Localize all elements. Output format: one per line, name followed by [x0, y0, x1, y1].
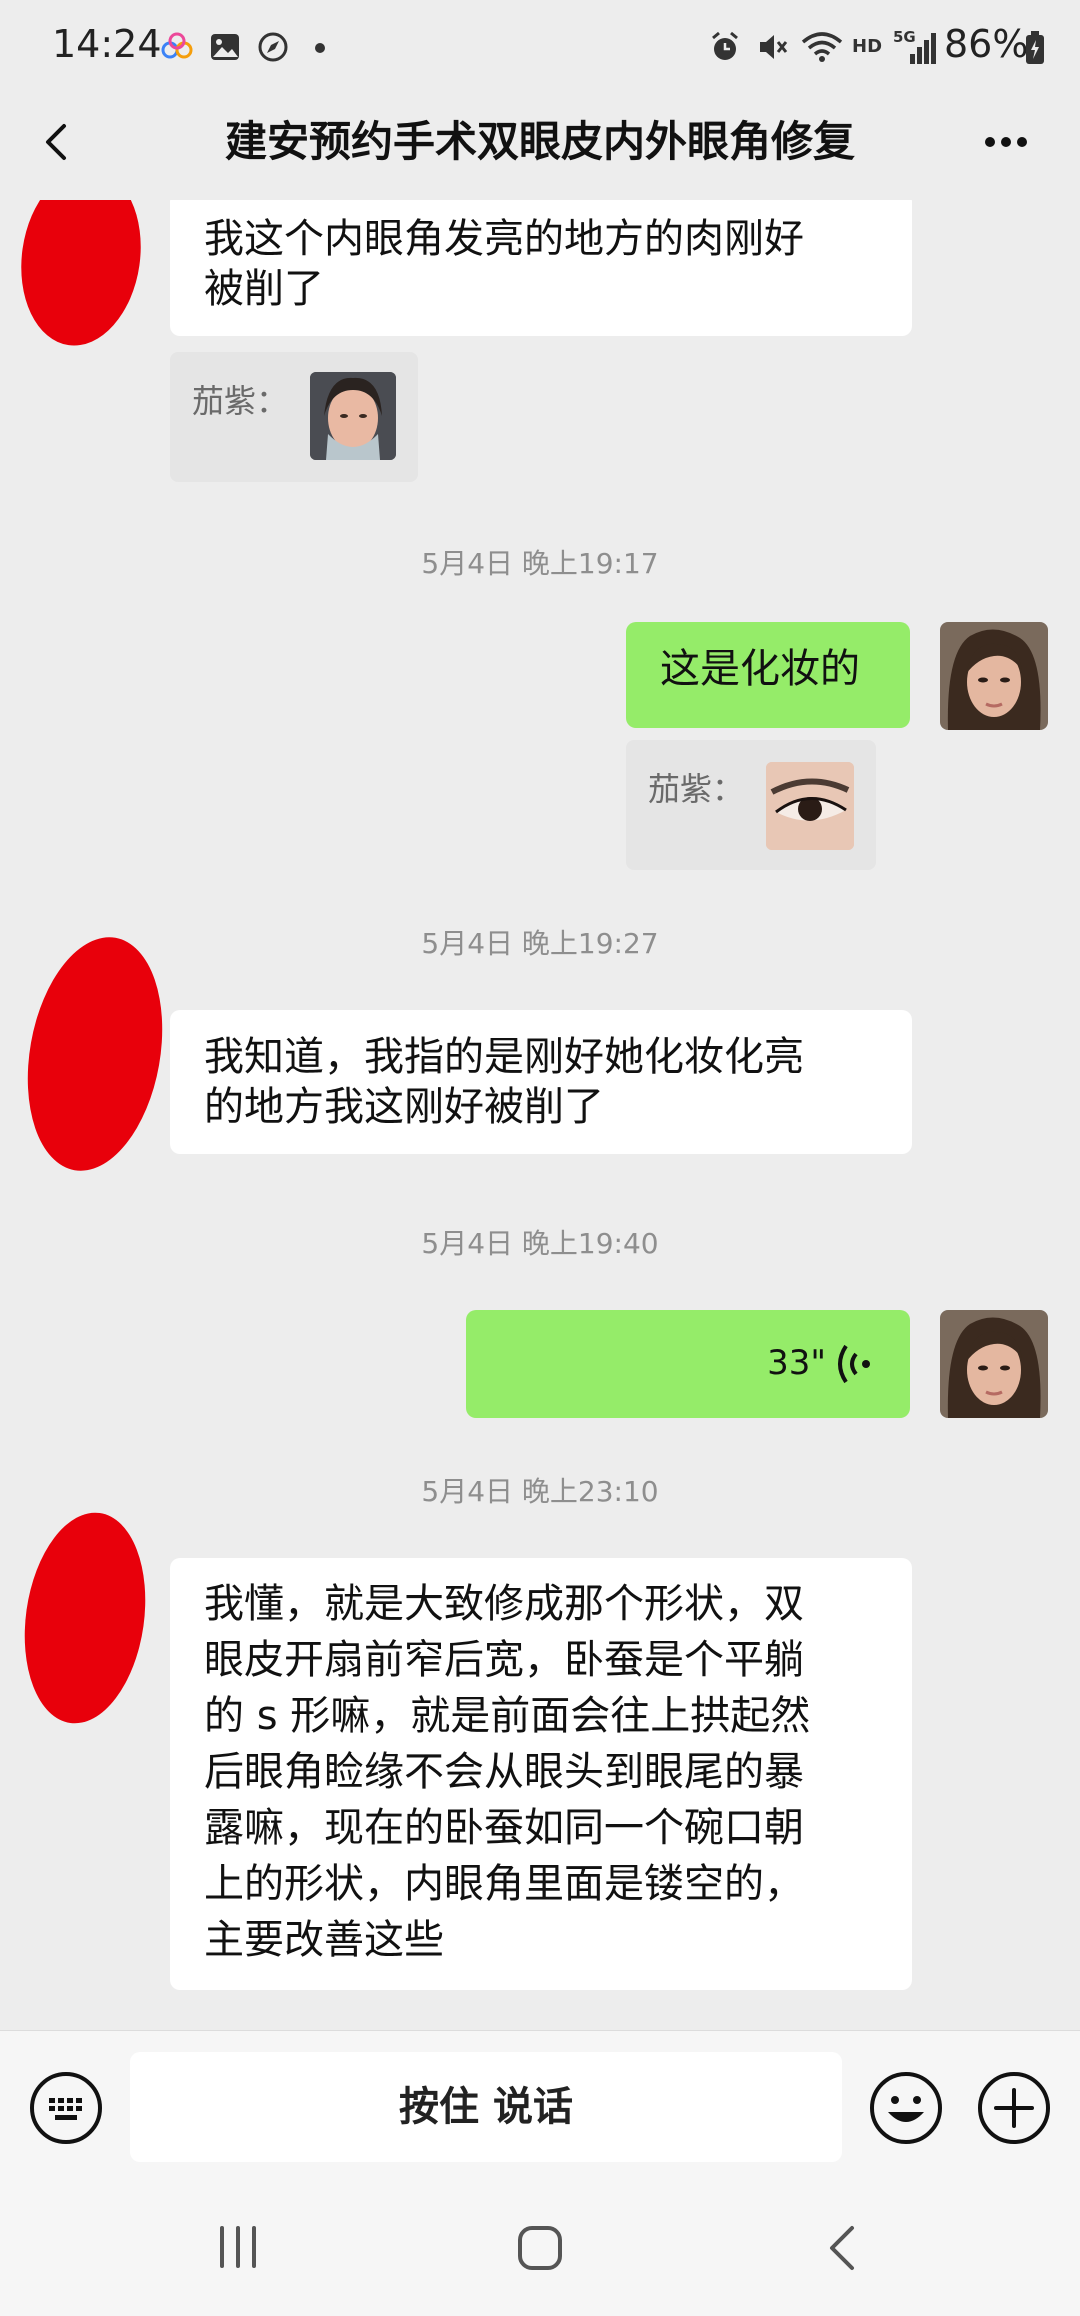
avatar[interactable]: [940, 622, 1048, 730]
back-icon[interactable]: [818, 2222, 868, 2274]
quoted-reply[interactable]: 茄紫：: [170, 352, 418, 482]
timestamp: 5月4日 晚上19:40: [421, 1227, 659, 1260]
quoted-reply[interactable]: 茄紫：: [626, 740, 876, 870]
compass-icon: [258, 32, 288, 62]
signal-icon: [910, 33, 936, 64]
plus-icon: [978, 2072, 1050, 2144]
voice-wave-icon: [838, 1344, 870, 1384]
face-photo-thumbnail[interactable]: [310, 372, 396, 460]
cloud-icon: [161, 32, 193, 59]
page-title: 建安预约手术双眼皮内外眼角修复: [224, 117, 855, 166]
avatar[interactable]: [940, 1310, 1048, 1418]
message-bubble[interactable]: 我懂，就是大致修成那个形状，双 眼皮开扇前窄后宽，卧蚕是个平躺 的 s 形嘛，就…: [170, 1558, 912, 1990]
message-bubble[interactable]: 我这个内眼角发亮的地方的肉刚好 被削了: [170, 200, 912, 336]
alarm-icon: [712, 31, 738, 60]
message-line: 我知道，我指的是刚好她化妆化亮: [204, 1034, 804, 1080]
emoji-button[interactable]: [868, 2070, 944, 2146]
battery-percent: 86%: [944, 22, 1029, 66]
hold-to-talk-button[interactable]: 按住 说话: [130, 2052, 842, 2162]
gallery-icon: [211, 34, 239, 60]
redacted-avatar: [11, 1504, 159, 1732]
home-icon[interactable]: [512, 2220, 568, 2276]
message-line: 上的形状，内眼角里面是镂空的，: [204, 1861, 804, 1907]
timestamp: 5月4日 晚上19:27: [421, 927, 659, 960]
eye-photo-thumbnail[interactable]: [766, 762, 854, 850]
quote-label: 茄紫：: [192, 382, 289, 420]
quote-label: 茄紫：: [648, 770, 745, 808]
back-button[interactable]: [30, 112, 90, 172]
message-line: 后眼角睑缘不会从眼头到眼尾的暴: [204, 1749, 804, 1795]
battery-icon: [1026, 31, 1044, 64]
message-line: 主要改善这些: [204, 1917, 444, 1963]
redacted-avatar: [10, 200, 152, 354]
message-line: 的地方我这刚好被削了: [204, 1084, 604, 1130]
more-button[interactable]: [966, 112, 1046, 172]
redacted-avatar: [10, 926, 180, 1182]
more-dots-icon: [985, 137, 1027, 147]
voice-duration: 33": [767, 1343, 826, 1383]
wifi-icon: [801, 32, 843, 62]
message-line: 这是化妆的: [660, 646, 860, 692]
message-line: 的 s 形嘛，就是前面会往上拱起然: [204, 1693, 811, 1739]
message-line: 被削了: [204, 266, 324, 312]
timestamp: 5月4日 晚上19:17: [421, 547, 659, 580]
network-label: HD: [852, 36, 883, 57]
timestamp: 5月4日 晚上23:10: [421, 1475, 659, 1508]
message-line: 露嘛，现在的卧蚕如同一个碗口朝: [204, 1805, 804, 1851]
keyboard-button[interactable]: [28, 2070, 104, 2146]
mute-icon: [760, 35, 788, 59]
message-bubble[interactable]: 我知道，我指的是刚好她化妆化亮 的地方我这刚好被削了: [170, 1010, 912, 1154]
voice-message[interactable]: 33": [466, 1310, 910, 1418]
message-line: 我懂，就是大致修成那个形状，双: [204, 1581, 804, 1627]
plus-button[interactable]: [976, 2070, 1052, 2146]
message-line: 我这个内眼角发亮的地方的肉刚好: [204, 216, 804, 262]
keyboard-icon: [30, 2072, 102, 2144]
dot-icon: [315, 43, 325, 53]
message-line: 眼皮开扇前窄后宽，卧蚕是个平躺: [204, 1637, 804, 1683]
status-time: 14:24: [52, 22, 162, 66]
chevron-left-icon: [46, 124, 66, 160]
recent-apps-icon[interactable]: [210, 2222, 266, 2272]
emoji-icon: [870, 2072, 942, 2144]
chat-area[interactable]: 我这个内眼角发亮的地方的肉刚好 被削了 茄紫： 5月4日 晚上19:17 这是化…: [0, 200, 1080, 2030]
message-bubble[interactable]: 这是化妆的: [626, 622, 910, 728]
